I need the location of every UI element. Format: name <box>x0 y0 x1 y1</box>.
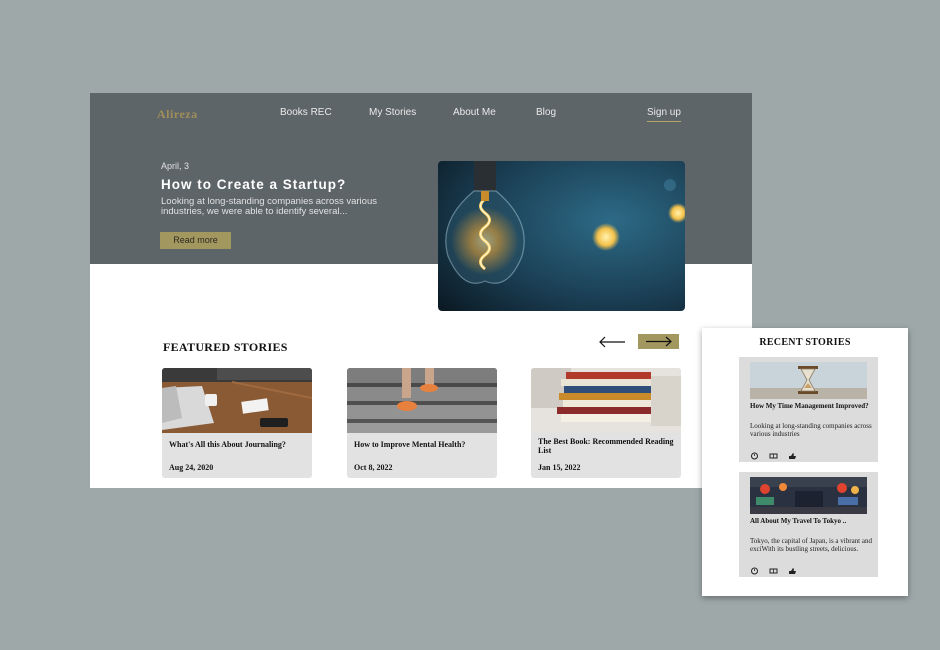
site-logo[interactable]: Alireza <box>157 107 198 122</box>
recent-story-excerpt: Tokyo, the capital of Japan, is a vibran… <box>750 537 872 553</box>
recent-stories-heading: RECENT STORIES <box>759 337 851 348</box>
story-card-date: Aug 24, 2020 <box>169 463 214 472</box>
hourglass-image <box>750 362 867 399</box>
nav-item-about-me[interactable]: About Me <box>453 107 496 118</box>
book-stack-image <box>531 368 681 433</box>
recent-story-time-management[interactable]: How My Time Management Improved? Looking… <box>739 357 878 462</box>
book-icon[interactable] <box>769 447 778 459</box>
like-icon[interactable] <box>788 447 797 459</box>
book-icon[interactable] <box>769 562 778 574</box>
nav-item-my-stories[interactable]: My Stories <box>369 107 416 118</box>
clock-icon[interactable] <box>750 447 759 460</box>
story-card-date: Jan 15, 2022 <box>538 463 581 472</box>
stairs-runner-image <box>347 368 497 433</box>
hero-title: How to Create a Startup? <box>161 177 347 192</box>
story-card-title: What's All this About Journaling? <box>169 440 286 449</box>
like-icon[interactable] <box>788 562 797 574</box>
recent-story-excerpt: Looking at long-standing companies acros… <box>750 422 872 438</box>
story-card-journaling[interactable]: What's All this About Journaling? Aug 24… <box>162 368 312 478</box>
laptop-desk-image <box>162 368 312 433</box>
story-card-title: The Best Book: Recommended Reading List <box>538 437 674 455</box>
signup-link[interactable]: Sign up <box>647 107 681 122</box>
prev-arrow-icon[interactable] <box>598 335 626 349</box>
recent-story-title: How My Time Management Improved? <box>750 402 869 410</box>
clock-icon[interactable] <box>750 562 759 575</box>
nav-item-blog[interactable]: Blog <box>536 107 556 118</box>
nav-item-books-rec[interactable]: Books REC <box>280 107 332 118</box>
read-more-button[interactable]: Read more <box>160 232 231 249</box>
story-card-title: How to Improve Mental Health? <box>354 440 466 449</box>
recent-story-actions <box>750 562 797 575</box>
tokyo-street-image <box>750 477 867 514</box>
recent-stories-panel: RECENT STORIES How My Time Management Im… <box>702 328 908 596</box>
hero-excerpt: Looking at long-standing companies acros… <box>161 196 377 217</box>
recent-story-title: All About My Travel To Tokyo .. <box>750 517 847 525</box>
story-card-best-book[interactable]: The Best Book: Recommended Reading List … <box>531 368 681 478</box>
light-bulb-image <box>438 161 685 311</box>
story-card-mental-health[interactable]: How to Improve Mental Health? Oct 8, 202… <box>347 368 497 478</box>
website-mockup: Alireza Books REC My Stories About Me Bl… <box>90 93 752 488</box>
featured-stories-heading: FEATURED STORIES <box>163 340 288 354</box>
recent-story-actions <box>750 447 797 460</box>
hero-date: April, 3 <box>161 161 190 171</box>
next-arrow-icon[interactable] <box>638 334 679 349</box>
recent-story-tokyo[interactable]: All About My Travel To Tokyo .. Tokyo, t… <box>739 472 878 577</box>
story-card-date: Oct 8, 2022 <box>354 463 393 472</box>
